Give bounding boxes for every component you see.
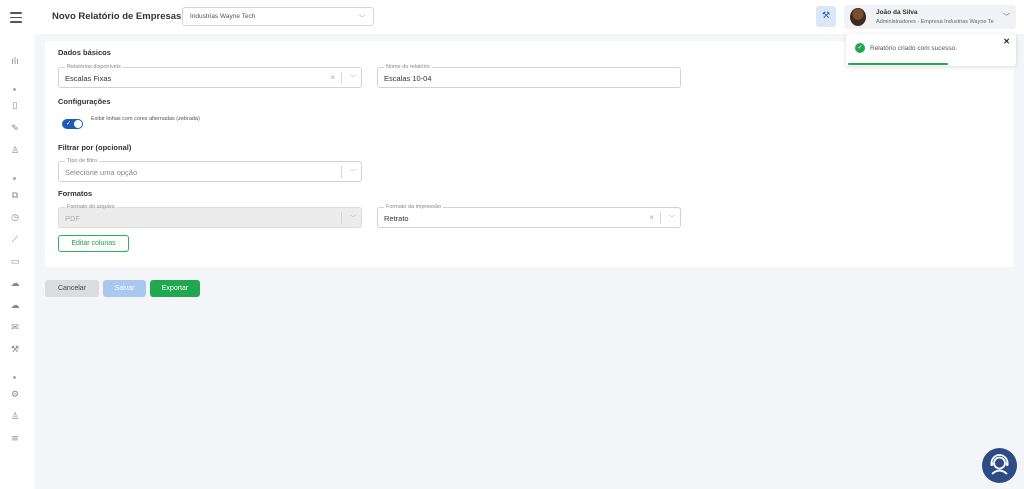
field-label: Tipo de filtro	[65, 157, 100, 165]
menu-icon[interactable]	[10, 12, 22, 23]
field-label: Nome do relatório	[384, 63, 432, 71]
trend-icon[interactable]: ⟋	[9, 234, 21, 246]
divider	[341, 212, 342, 224]
toggle-knob	[74, 120, 82, 128]
wrench-icon[interactable]: ⚒	[9, 344, 21, 356]
field-value: Escalas Fixas	[65, 74, 112, 83]
report-name-input[interactable]: Nome do relatório Escalas 10-04	[377, 63, 681, 88]
filter-type-select[interactable]: Tipo de filtro Selecione uma opção ﹀	[58, 157, 362, 182]
toast-message: Relatório criado com sucesso.	[870, 45, 958, 52]
zebra-toggle-label: Exibir linhas com cores alternadas (zebr…	[91, 116, 200, 122]
user-role: Administradores - Empresa Industrias Way…	[876, 19, 994, 25]
wrench-icon: ⚒	[821, 11, 831, 21]
user-name: João da Silva	[876, 9, 918, 16]
chevron-down-icon[interactable]: ﹀	[350, 73, 356, 82]
user-menu[interactable]: João da Silva Administradores - Empresa …	[844, 5, 1016, 29]
file-format-select: Formato do arquivo PDF ﹀	[58, 203, 362, 228]
company-select[interactable]: Industrias Wayne Tech ﹀	[182, 7, 374, 26]
mail-icon[interactable]: ✉	[9, 322, 21, 334]
divider	[341, 72, 342, 84]
page-title: Novo Relatório de Empresas	[52, 11, 182, 22]
chevron-down-icon: ﹀	[349, 216, 356, 222]
check-circle-icon: ✓	[855, 43, 865, 53]
sidebar-separator-dot	[13, 376, 16, 379]
chevron-down-icon[interactable]: ﹀	[669, 213, 675, 222]
sidebar: ılı ▯ ✎ ♙ ⧉ ◷ ⟋ ▭ ☁ ☁ ✉ ⚒ ⚙ ♙ ≡	[0, 0, 34, 489]
chat-icon[interactable]: ▭	[9, 256, 21, 268]
copy-icon[interactable]: ⧉	[9, 190, 21, 202]
chevron-down-icon: ﹀	[358, 16, 365, 22]
dashboard-icon[interactable]: ılı	[9, 56, 21, 68]
document-icon[interactable]: ▯	[9, 100, 21, 112]
support-button[interactable]	[982, 448, 1017, 483]
sidebar-separator-dot	[13, 177, 16, 180]
edit-icon[interactable]: ✎	[9, 123, 21, 135]
sidebar-separator-dot	[13, 88, 16, 91]
print-format-select[interactable]: Formato da impressão Retrato × ﹀	[377, 203, 681, 228]
field-label: Formato do arquivo	[65, 203, 117, 211]
cancel-button[interactable]: Cancelar	[45, 280, 99, 297]
field-value: PDF	[65, 214, 80, 223]
field-label: Relatórios disponíveis	[65, 63, 123, 71]
clock-icon[interactable]: ◷	[9, 212, 21, 224]
divider	[341, 166, 342, 178]
section-title-basic: Dados básicos	[58, 48, 111, 57]
section-title-filter: Filtrar por (opcional)	[58, 143, 132, 152]
cloud-icon[interactable]: ☁	[9, 278, 21, 290]
company-select-value: Industrias Wayne Tech	[190, 13, 256, 20]
support-agent-icon	[990, 454, 1009, 475]
save-button[interactable]: Salvar	[103, 280, 146, 297]
close-icon[interactable]: ✕	[1003, 37, 1010, 46]
divider	[660, 212, 661, 224]
clear-icon[interactable]: ×	[330, 73, 335, 82]
field-placeholder: Selecione uma opção	[65, 168, 138, 177]
field-label: Formato da impressão	[384, 203, 444, 211]
check-icon: ✓	[66, 121, 72, 127]
field-value: Retrato	[384, 214, 409, 223]
chevron-down-icon: ﹀	[1003, 14, 1010, 21]
settings-icon[interactable]: ⚙	[9, 389, 21, 401]
export-button[interactable]: Exportar	[150, 280, 200, 297]
cloud-sync-icon[interactable]: ☁	[9, 300, 21, 312]
field-value: Escalas 10-04	[384, 74, 432, 83]
edit-columns-button[interactable]: Editar colunas	[58, 235, 129, 252]
user-icon[interactable]: ♙	[9, 145, 21, 157]
topbar: Novo Relatório de Empresas Industrias Wa…	[34, 0, 1024, 34]
user-admin-icon[interactable]: ♙	[9, 411, 21, 423]
clear-icon[interactable]: ×	[649, 213, 654, 222]
section-title-config: Configurações	[58, 97, 111, 106]
success-toast: ✓ Relatório criado com sucesso. ✕	[846, 34, 1016, 66]
available-reports-select[interactable]: Relatórios disponíveis Escalas Fixas × ﹀	[58, 63, 362, 88]
wrench-button[interactable]: ⚒	[816, 6, 836, 27]
zebra-toggle[interactable]: ✓	[62, 119, 83, 129]
avatar	[850, 8, 866, 26]
section-title-formats: Formatos	[58, 189, 93, 198]
checklist-icon[interactable]: ≡	[9, 433, 21, 445]
chevron-down-icon[interactable]: ﹀	[350, 167, 356, 176]
toast-progress-bar	[848, 63, 948, 65]
